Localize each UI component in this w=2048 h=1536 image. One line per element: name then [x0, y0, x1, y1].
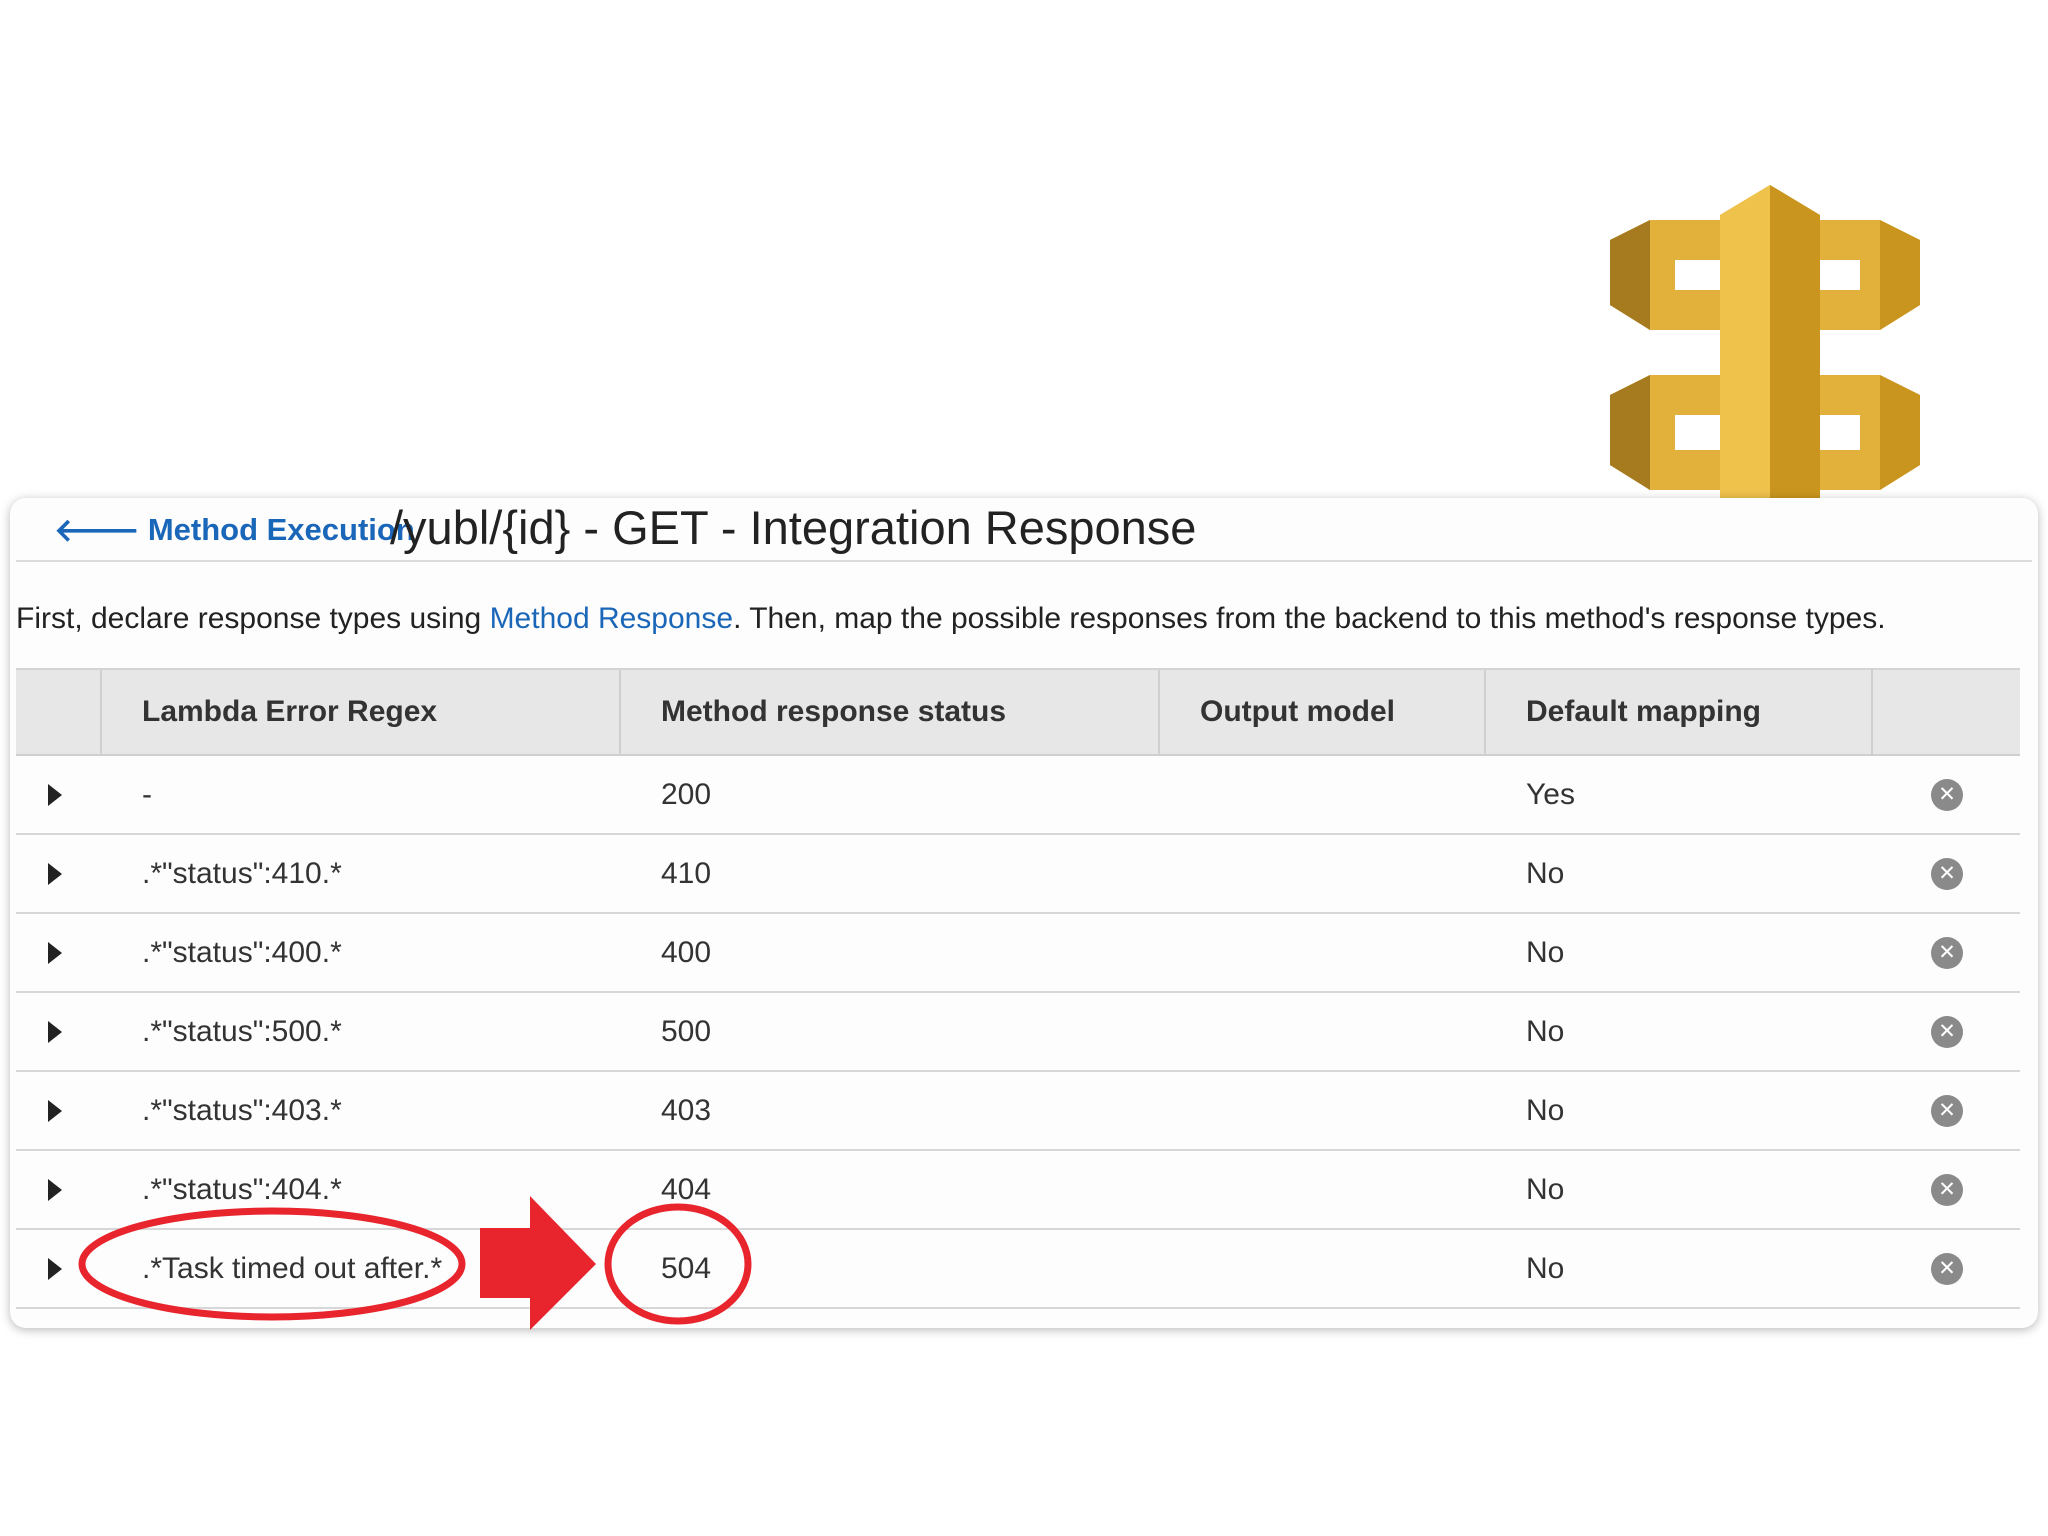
column-header-default-mapping: Default mapping [1526, 695, 1762, 728]
table-header: Lambda Error Regex Method response statu… [16, 668, 2020, 756]
caret-right-icon[interactable] [48, 784, 62, 806]
default-mapping-cell: No [1526, 936, 1565, 969]
regex-cell: .*"status":400.* [142, 936, 342, 969]
remove-circle-icon[interactable]: ✕ [1931, 858, 1963, 890]
description: First, declare response types using Meth… [16, 602, 1886, 636]
column-divider [619, 670, 621, 754]
regex-cell: .*"status":500.* [142, 1015, 342, 1048]
table-row[interactable]: - 200 Yes ✕ [16, 756, 2020, 835]
status-cell: 403 [661, 1094, 712, 1127]
caret-right-icon[interactable] [48, 942, 62, 964]
page-title: /yubl/{id} - GET - Integration Response [390, 501, 1197, 554]
caret-right-icon[interactable] [48, 1258, 62, 1280]
integration-response-panel: 🡐 Method Execution /yubl/{id} - GET - In… [10, 498, 2038, 1328]
remove-circle-icon[interactable]: ✕ [1931, 1016, 1963, 1048]
regex-cell: - [142, 778, 152, 811]
table-row[interactable]: .*Task timed out after.* 504 No ✕ [16, 1230, 2020, 1309]
regex-cell: .*"status":410.* [142, 857, 342, 890]
remove-circle-icon[interactable]: ✕ [1931, 1174, 1963, 1206]
status-cell: 500 [661, 1015, 712, 1048]
table-body: -200 Yes ✕ .*"status":410.* 410 No ✕ .*"status"… [16, 756, 2020, 1309]
caret-right-icon[interactable] [48, 1021, 62, 1043]
default-mapping-cell: Yes [1526, 778, 1575, 811]
remove-circle-icon[interactable]: ✕ [1931, 1253, 1963, 1285]
regex-cell: .*"status":403.* [142, 1094, 342, 1127]
page-header: 🡐 Method Execution /yubl/{id} - GET - In… [16, 498, 2032, 562]
column-header-output-model: Output model [1200, 695, 1395, 728]
status-cell: 200 [661, 778, 712, 811]
method-response-link[interactable]: Method Response [490, 602, 734, 635]
table-row[interactable]: .*"status":410.* 410 No ✕ [16, 835, 2020, 914]
description-after: . Then, map the possible responses from … [733, 602, 1886, 635]
remove-circle-icon[interactable]: ✕ [1931, 937, 1963, 969]
table-row[interactable]: .*"status":500.* 500 No ✕ [16, 993, 2020, 1072]
remove-circle-icon[interactable]: ✕ [1931, 779, 1963, 811]
back-link-label: Method Execution [147, 512, 415, 547]
default-mapping-cell: No [1526, 857, 1565, 890]
arrow-left-icon: 🡐 [54, 512, 140, 548]
table-row[interactable]: .*"status":403.* 403 No ✕ [16, 1072, 2020, 1151]
column-header-status: Method response status [661, 695, 1007, 728]
default-mapping-cell: No [1526, 1015, 1565, 1048]
status-cell: 410 [661, 857, 712, 890]
default-mapping-cell: No [1526, 1094, 1565, 1127]
caret-right-icon[interactable] [48, 1179, 62, 1201]
regex-cell: .*"status":404.* [142, 1173, 342, 1206]
column-divider [100, 670, 102, 754]
description-before: First, declare response types using [16, 602, 490, 635]
column-header-regex: Lambda Error Regex [142, 695, 438, 728]
status-cell: 404 [661, 1173, 712, 1206]
status-cell: 504 [661, 1252, 712, 1285]
regex-cell: .*Task timed out after.* [142, 1252, 443, 1285]
table-row[interactable]: .*"status":400.* 400 No ✕ [16, 914, 2020, 993]
default-mapping-cell: No [1526, 1173, 1565, 1206]
integration-response-table: Lambda Error Regex Method response statu… [16, 668, 2020, 1309]
remove-circle-icon[interactable]: ✕ [1931, 1095, 1963, 1127]
column-divider [1871, 670, 1873, 754]
method-execution-link[interactable]: 🡐 Method Execution [54, 512, 415, 548]
table-row[interactable]: .*"status":404.* 404 No ✕ [16, 1151, 2020, 1230]
caret-right-icon[interactable] [48, 863, 62, 885]
default-mapping-cell: No [1526, 1252, 1565, 1285]
caret-right-icon[interactable] [48, 1100, 62, 1122]
column-divider [1484, 670, 1486, 754]
status-cell: 400 [661, 936, 712, 969]
column-divider [1158, 670, 1160, 754]
